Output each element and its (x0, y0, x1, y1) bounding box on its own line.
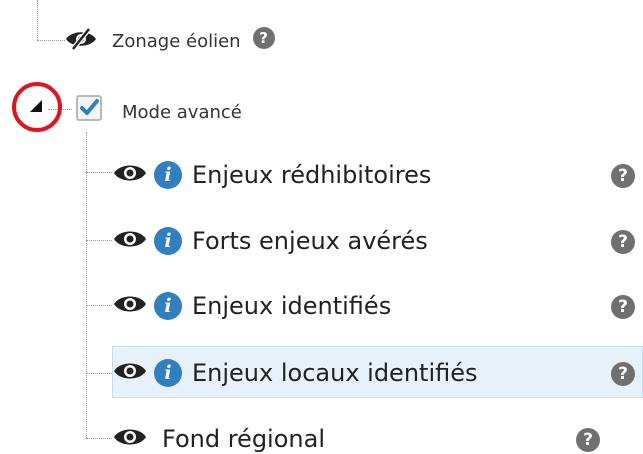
tree-item-label: Mode avancé (122, 101, 242, 123)
tree-item-forts-enjeux-averes[interactable]: i Forts enjeux avérés (112, 223, 428, 259)
eye-icon[interactable] (112, 359, 148, 387)
tree-connector (37, 0, 38, 40)
tree-item-enjeux-locaux-identifies[interactable]: i Enjeux locaux identifiés (112, 355, 478, 391)
tree-connector (86, 438, 112, 439)
help-icon[interactable]: ? (576, 428, 600, 452)
info-icon[interactable]: i (154, 161, 182, 189)
tree-item-enjeux-redhibitoires[interactable]: i Enjeux rédhibitoires (112, 157, 431, 193)
eye-slash-icon[interactable] (64, 27, 98, 55)
mode-avance-checkbox[interactable] (76, 95, 102, 121)
annotation-circle (12, 82, 62, 132)
tree-item-label: Enjeux rédhibitoires (192, 161, 432, 189)
tree-item-zonage-eolien[interactable]: Zonage éolien ? (64, 26, 275, 56)
info-icon[interactable]: i (154, 359, 182, 387)
help-icon[interactable]: ? (611, 362, 635, 386)
eye-icon[interactable] (112, 161, 148, 189)
checkmark-icon (80, 99, 99, 115)
help-icon[interactable]: ? (611, 295, 635, 319)
tree-item-label: Forts enjeux avérés (192, 227, 428, 255)
info-icon[interactable]: i (154, 227, 182, 255)
tree-item-label: Enjeux identifiés (192, 292, 392, 320)
tree-item-label: Fond régional (162, 425, 325, 453)
help-icon[interactable]: ? (252, 27, 275, 49)
tree-item-fond-regional[interactable]: Fond régional (112, 421, 325, 454)
tree-item-mode-avance[interactable]: Mode avancé (122, 98, 242, 126)
tree-connector (86, 132, 87, 438)
tree-connector (37, 40, 65, 41)
tree-item-label: Zonage éolien (112, 30, 241, 52)
eye-icon[interactable] (112, 227, 148, 255)
eye-icon[interactable] (112, 292, 148, 320)
tree-connector (86, 172, 112, 173)
tree-connector (86, 373, 112, 374)
layer-tree-panel: Zonage éolien ? Mode avancé i Enjeux réd… (0, 0, 643, 454)
tree-item-label: Enjeux locaux identifiés (192, 359, 478, 387)
tree-connector (86, 240, 112, 241)
info-icon[interactable]: i (154, 292, 182, 320)
tree-item-enjeux-identifies[interactable]: i Enjeux identifiés (112, 288, 391, 324)
eye-icon[interactable] (112, 425, 148, 453)
help-icon[interactable]: ? (611, 230, 635, 254)
help-icon[interactable]: ? (611, 164, 635, 188)
tree-connector (86, 305, 112, 306)
